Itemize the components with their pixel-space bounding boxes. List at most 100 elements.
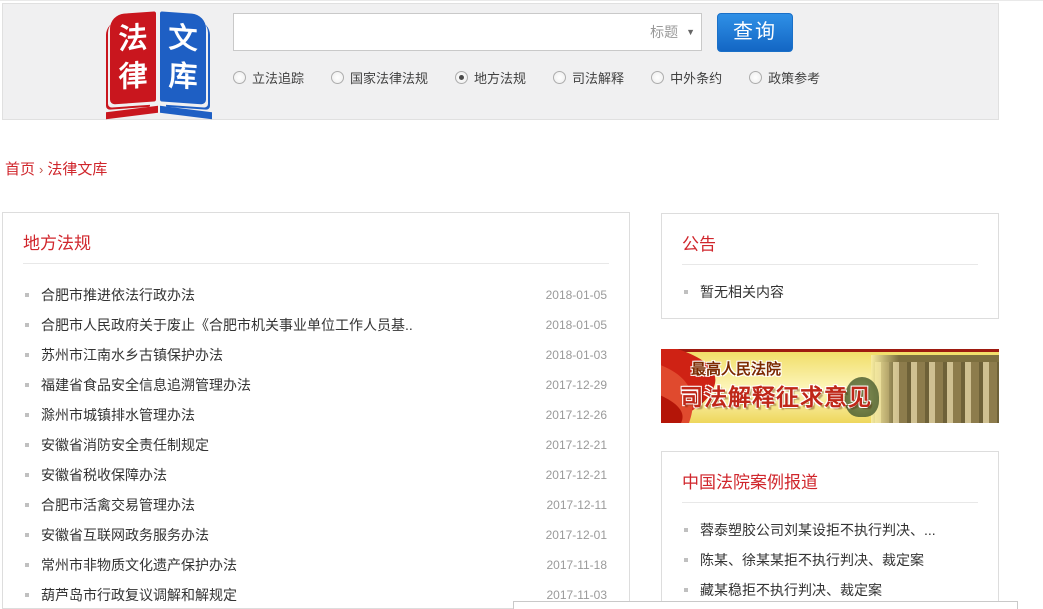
book-base-left	[106, 106, 158, 119]
list-item: 福建省食品安全信息追溯管理办法 2017-12-29	[3, 370, 629, 400]
category-radio-group: 立法追踪 国家法律法规 地方法规 司法解释 中外条约 政策参考	[233, 68, 820, 86]
regulation-date: 2017-12-29	[534, 378, 607, 392]
banner-title-line2: 司法解释征求意见	[680, 378, 872, 412]
bullet-icon	[684, 558, 688, 562]
radio-icon	[651, 71, 664, 84]
regulation-date: 2017-11-03	[535, 588, 608, 602]
regulation-list: 合肥市推进依法行政办法 2018-01-05 合肥市人民政府关于废止《合肥市机关…	[3, 264, 629, 609]
bullet-icon	[25, 593, 29, 597]
regulation-title-link[interactable]: 常州市非物质文化遗产保护办法	[41, 555, 237, 575]
regulation-title-link[interactable]: 合肥市推进依法行政办法	[41, 285, 195, 305]
bullet-icon	[684, 588, 688, 592]
regulation-title-link[interactable]: 安徽省消防安全责任制规定	[41, 435, 209, 455]
case-title-link[interactable]: 蓉泰塑胶公司刘某设拒不执行判决、...	[700, 520, 936, 540]
radio-icon-checked	[455, 71, 468, 84]
regulation-title-link[interactable]: 安徽省税收保障办法	[41, 465, 167, 485]
bullet-icon	[25, 503, 29, 507]
panel-title-notice: 公告	[662, 214, 998, 252]
regulation-title-link[interactable]: 合肥市人民政府关于废止《合肥市机关事业单位工作人员基..	[41, 315, 413, 335]
list-item: 蓉泰塑胶公司刘某设拒不执行判决、...	[662, 515, 998, 545]
query-button[interactable]: 查询	[717, 13, 793, 52]
bullet-icon	[25, 413, 29, 417]
logo-book-left-page: 法 律	[110, 11, 156, 104]
logo-book-right-page: 文 库	[160, 11, 206, 104]
regulation-title-link[interactable]: 福建省食品安全信息追溯管理办法	[41, 375, 251, 395]
regulation-title-link[interactable]: 滁州市城镇排水管理办法	[41, 405, 195, 425]
bullet-icon	[25, 473, 29, 477]
breadcrumb-home-link[interactable]: 首页	[5, 161, 35, 178]
regulation-title-link[interactable]: 葫芦岛市行政复议调解和解规定	[41, 585, 237, 605]
notice-empty-text: 暂无相关内容	[700, 282, 784, 302]
regulation-date: 2017-12-11	[535, 498, 608, 512]
bullet-icon	[25, 323, 29, 327]
radio-label: 国家法律法规	[350, 68, 428, 87]
panel-title-local-regulations: 地方法规	[3, 213, 629, 251]
regulation-date: 2017-11-18	[535, 558, 608, 572]
panel-title-court-cases: 中国法院案例报道	[662, 452, 998, 490]
supreme-court-banner[interactable]: 最高人民法院 司法解释征求意见	[661, 349, 999, 423]
radio-label: 地方法规	[474, 68, 526, 87]
bullet-icon	[25, 563, 29, 567]
header: 法 律 文 库 标题 ▼ 查询 立法追踪 国家法律法规 地方法规 司法解	[2, 3, 999, 120]
radio-local-regulations[interactable]: 地方法规	[455, 68, 526, 87]
breadcrumb: 首页›法律文库	[5, 158, 107, 179]
regulation-date: 2018-01-03	[534, 348, 607, 362]
regulation-date: 2018-01-05	[534, 318, 607, 332]
banner-title-line1: 最高人民法院	[691, 358, 781, 379]
regulation-date: 2017-12-21	[534, 468, 607, 482]
regulation-title-link[interactable]: 合肥市活禽交易管理办法	[41, 495, 195, 515]
breadcrumb-current-link[interactable]: 法律文库	[47, 161, 107, 178]
regulation-title-link[interactable]: 苏州市江南水乡古镇保护办法	[41, 345, 223, 365]
radio-icon	[331, 71, 344, 84]
breadcrumb-separator: ›	[35, 162, 47, 177]
radio-policy-reference[interactable]: 政策参考	[749, 68, 820, 87]
radio-legislation-tracking[interactable]: 立法追踪	[233, 68, 304, 87]
list-item: 苏州市江南水乡古镇保护办法 2018-01-03	[3, 340, 629, 370]
radio-national-laws[interactable]: 国家法律法规	[331, 68, 428, 87]
list-item: 安徽省税收保障办法 2017-12-21	[3, 460, 629, 490]
radio-label: 中外条约	[670, 68, 722, 87]
notice-empty-row: 暂无相关内容	[662, 277, 998, 307]
bullet-icon	[25, 383, 29, 387]
bullet-icon	[25, 353, 29, 357]
list-item: 合肥市人民政府关于废止《合肥市机关事业单位工作人员基.. 2018-01-05	[3, 310, 629, 340]
radio-label: 司法解释	[572, 68, 624, 87]
regulation-date: 2017-12-26	[534, 408, 607, 422]
book-base-right	[160, 106, 212, 119]
chevron-down-icon: ▼	[686, 14, 695, 50]
search-field-label: 标题	[650, 14, 678, 50]
logo-char: 律	[118, 57, 147, 97]
bullet-icon	[25, 443, 29, 447]
bullet-icon	[684, 290, 688, 294]
regulation-date: 2017-12-01	[534, 528, 607, 542]
radio-icon	[553, 71, 566, 84]
regulation-title-link[interactable]: 安徽省互联网政务服务办法	[41, 525, 209, 545]
search-field-dropdown[interactable]: 标题 ▼	[650, 14, 695, 50]
radio-treaties[interactable]: 中外条约	[651, 68, 722, 87]
search-input[interactable]	[234, 14, 634, 50]
bullet-icon	[25, 533, 29, 537]
radio-label: 政策参考	[768, 68, 820, 87]
list-item: 合肥市推进依法行政办法 2018-01-05	[3, 280, 629, 310]
list-item: 常州市非物质文化遗产保护办法 2017-11-18	[3, 550, 629, 580]
court-cases-panel: 中国法院案例报道 蓉泰塑胶公司刘某设拒不执行判决、... 陈某、徐某某拒不执行判…	[661, 451, 999, 609]
logo-char: 库	[168, 57, 197, 97]
case-list: 蓉泰塑胶公司刘某设拒不执行判决、... 陈某、徐某某拒不执行判决、裁定案 藏某稳…	[662, 503, 998, 605]
case-title-link[interactable]: 陈某、徐某某拒不执行判决、裁定案	[700, 550, 924, 570]
bottom-toolbar: ▶ 法治视频 会员直播 ≡ 热点资讯 ⬇ 下载	[513, 601, 1018, 609]
radio-judicial-interpretation[interactable]: 司法解释	[553, 68, 624, 87]
regulation-date: 2017-12-21	[534, 438, 607, 452]
case-title-link[interactable]: 藏某稳拒不执行判决、裁定案	[700, 580, 882, 600]
radio-icon	[749, 71, 762, 84]
list-item: 陈某、徐某某拒不执行判决、裁定案	[662, 545, 998, 575]
list-item: 安徽省互联网政务服务办法 2017-12-01	[3, 520, 629, 550]
local-regulations-panel: 地方法规 合肥市推进依法行政办法 2018-01-05 合肥市人民政府关于废止《…	[2, 212, 630, 609]
regulation-date: 2018-01-05	[534, 288, 607, 302]
list-item: 安徽省消防安全责任制规定 2017-12-21	[3, 430, 629, 460]
courthouse-image	[871, 355, 999, 423]
site-logo[interactable]: 法 律 文 库	[107, 8, 211, 120]
bullet-icon	[25, 293, 29, 297]
bullet-icon	[684, 528, 688, 532]
logo-char: 文	[168, 19, 197, 59]
list-item: 合肥市活禽交易管理办法 2017-12-11	[3, 490, 629, 520]
